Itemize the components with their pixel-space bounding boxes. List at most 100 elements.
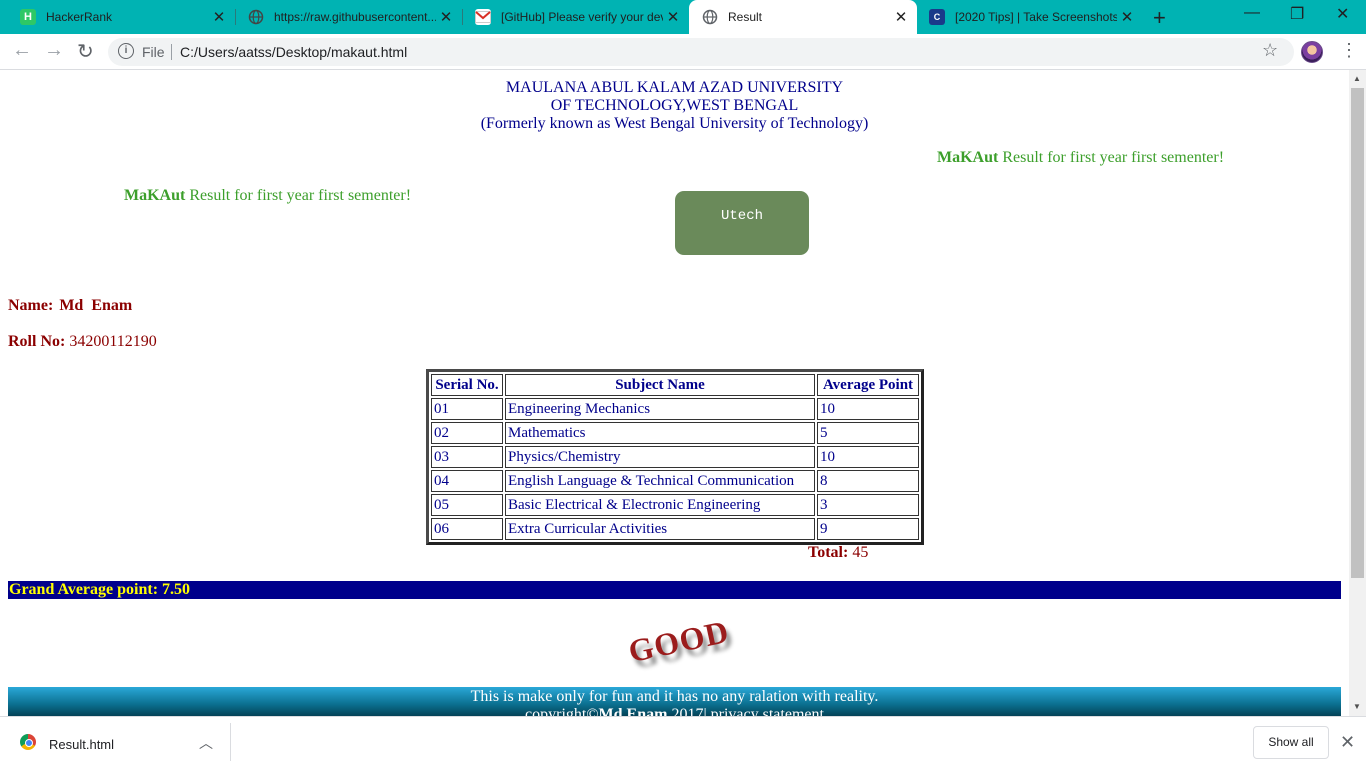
serial-cell: 01 <box>431 398 503 420</box>
table-row: 05 Basic Electrical & Electronic Enginee… <box>431 494 919 516</box>
close-icon[interactable]: ✕ <box>1340 732 1355 753</box>
tab-title: Result <box>728 10 763 24</box>
tab-screenshot-tips[interactable]: C [2020 Tips] | Take Screenshots ✕ <box>917 0 1143 34</box>
globe-icon <box>248 9 264 25</box>
brand-name: MaKAut <box>937 149 999 166</box>
university-header: MAULANA ABUL KALAM AZAD UNIVERSITY OF TE… <box>0 79 1349 133</box>
grand-average-bar: Grand Average point: 7.50 <box>8 581 1341 599</box>
points-cell: 9 <box>817 518 919 540</box>
tab-githubusercontent[interactable]: https://raw.githubusercontent... ✕ <box>228 0 462 34</box>
subject-cell: Engineering Mechanics <box>505 398 815 420</box>
name-label: Name: <box>8 297 54 314</box>
profile-avatar[interactable] <box>1301 41 1323 63</box>
tab-gmail[interactable]: [GitHub] Please verify your dev... ✕ <box>455 0 689 34</box>
chevron-up-icon[interactable]: ︿ <box>199 733 213 753</box>
bookmark-star-icon[interactable]: ☆ <box>1262 40 1278 61</box>
site-icon: C <box>929 9 945 25</box>
scroll-down-icon[interactable]: ▼ <box>1353 702 1361 711</box>
window-close-button[interactable]: ✕ <box>1336 4 1349 24</box>
subject-cell: Physics/Chemistry <box>505 446 815 468</box>
menu-kebab-icon[interactable]: ⋮ <box>1340 41 1358 59</box>
total-value: 45 <box>848 544 869 561</box>
serial-cell: 02 <box>431 422 503 444</box>
col-header-points: Average Point <box>817 374 919 396</box>
serial-cell: 03 <box>431 446 503 468</box>
tab-title: [GitHub] Please verify your dev... <box>501 10 663 24</box>
hackerrank-icon: H <box>20 9 36 25</box>
copyright-prefix: copyright© <box>525 706 599 716</box>
result-banner-marquee-right: MaKAut Result for first year first semen… <box>937 149 1224 167</box>
close-icon[interactable]: ✕ <box>436 8 456 26</box>
close-icon[interactable]: ✕ <box>209 8 229 26</box>
utech-button[interactable]: Utech <box>675 191 809 255</box>
tab-title: https://raw.githubusercontent... <box>274 10 436 24</box>
download-file-name[interactable]: Result.html <box>49 737 114 752</box>
shelf-divider <box>230 723 231 761</box>
subject-cell: Extra Curricular Activities <box>505 518 815 540</box>
subject-cell: English Language & Technical Communicati… <box>505 470 815 492</box>
tab-title: [2020 Tips] | Take Screenshots <box>955 10 1117 24</box>
subject-cell: Mathematics <box>505 422 815 444</box>
back-icon[interactable]: ← <box>12 39 32 62</box>
student-roll: Roll No: 34200112190 <box>8 333 157 351</box>
brand-name: MaKAut <box>124 187 186 204</box>
results-table: Serial No. Subject Name Average Point 01… <box>426 369 924 545</box>
tab-hackerrank[interactable]: H HackerRank ✕ <box>0 0 235 34</box>
serial-cell: 06 <box>431 518 503 540</box>
info-icon[interactable]: i <box>118 43 134 59</box>
subject-cell: Basic Electrical & Electronic Engineerin… <box>505 494 815 516</box>
table-row: 01 Engineering Mechanics 10 <box>431 398 919 420</box>
scheme-label: File <box>142 44 165 60</box>
total-points: Total: 45 <box>808 544 868 562</box>
points-cell: 8 <box>817 470 919 492</box>
minimize-button[interactable]: — <box>1244 4 1260 22</box>
table-row: 02 Mathematics 5 <box>431 422 919 444</box>
maximize-button[interactable]: ❐ <box>1290 4 1304 24</box>
new-tab-button[interactable]: + <box>1153 5 1166 31</box>
copyright-suffix[interactable]: 2017| privacy statement <box>667 706 824 716</box>
university-line-2: OF TECHNOLOGY,WEST BENGAL <box>550 97 799 114</box>
table-header-row: Serial No. Subject Name Average Point <box>431 374 919 396</box>
table-row: 04 English Language & Technical Communic… <box>431 470 919 492</box>
close-icon[interactable]: ✕ <box>1117 8 1137 26</box>
tab-result[interactable]: Result ✕ <box>689 0 917 34</box>
total-label: Total: <box>808 544 849 561</box>
url-text[interactable]: C:/Users/aatss/Desktop/makaut.html <box>180 44 407 60</box>
points-cell: 10 <box>817 398 919 420</box>
banner-text: Result for first year first sementer! <box>998 149 1225 166</box>
vertical-scrollbar[interactable]: ▲ ▼ <box>1349 70 1366 716</box>
university-line-3: (Formerly known as West Bengal Universit… <box>480 115 869 132</box>
address-bar[interactable]: i File C:/Users/aatss/Desktop/makaut.htm… <box>108 38 1294 66</box>
roll-value: 34200112190 <box>65 333 157 350</box>
copyright-author: Md Enam <box>598 706 668 716</box>
globe-icon <box>702 9 718 25</box>
result-banner-marquee-left: MaKAut Result for first year first semen… <box>124 187 411 205</box>
table-row: 03 Physics/Chemistry 10 <box>431 446 919 468</box>
name-value: Md Enam <box>59 297 133 314</box>
scroll-thumb[interactable] <box>1351 88 1364 578</box>
browser-toolbar: ← → ↻ i File C:/Users/aatss/Desktop/maka… <box>0 34 1366 70</box>
tab-title: HackerRank <box>46 10 113 24</box>
table-row: 06 Extra Curricular Activities 9 <box>431 518 919 540</box>
omnibox-divider <box>171 44 172 60</box>
footer-disclaimer: This is make only for fun and it has no … <box>470 688 879 705</box>
serial-cell: 05 <box>431 494 503 516</box>
download-shelf: Result.html ︿ Show all ✕ <box>0 716 1366 768</box>
serial-cell: 04 <box>431 470 503 492</box>
points-cell: 10 <box>817 446 919 468</box>
show-all-button[interactable]: Show all <box>1253 726 1329 759</box>
reload-icon[interactable]: ↻ <box>77 39 94 64</box>
roll-label: Roll No: <box>8 333 66 350</box>
close-icon[interactable]: ✕ <box>891 8 911 26</box>
page-content: MAULANA ABUL KALAM AZAD UNIVERSITY OF TE… <box>0 70 1349 716</box>
close-icon[interactable]: ✕ <box>663 8 683 26</box>
points-cell: 3 <box>817 494 919 516</box>
points-cell: 5 <box>817 422 919 444</box>
forward-icon[interactable]: → <box>44 39 64 62</box>
tab-strip: H HackerRank ✕ https://raw.githubusercon… <box>0 0 1366 34</box>
banner-text: Result for first year first sementer! <box>185 187 412 204</box>
col-header-serial: Serial No. <box>431 374 503 396</box>
col-header-subject: Subject Name <box>505 374 815 396</box>
university-line-1: MAULANA ABUL KALAM AZAD UNIVERSITY <box>505 79 844 96</box>
scroll-up-icon[interactable]: ▲ <box>1353 74 1361 83</box>
